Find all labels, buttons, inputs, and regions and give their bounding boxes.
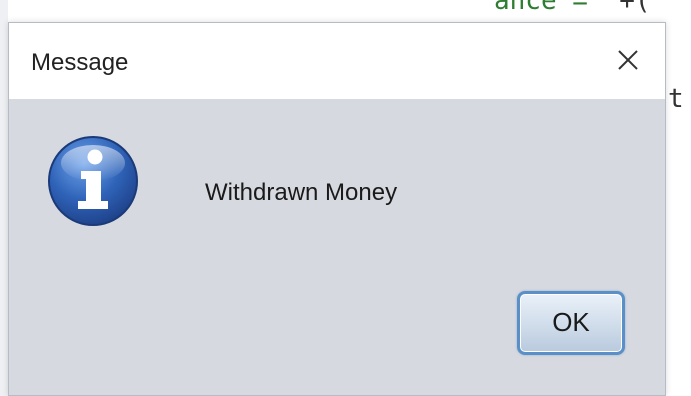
- message-dialog: Message Withdrawn Money OK: [8, 22, 666, 396]
- code-line: ance =' +(: [494, 0, 651, 16]
- dialog-title: Message: [31, 49, 129, 76]
- info-icon: [47, 135, 139, 227]
- code-line: t: [668, 84, 684, 114]
- dialog-message: Withdrawn Money: [205, 179, 398, 206]
- code-token-dark: ' +(: [587, 0, 651, 16]
- screen: ance =' +( t Message Withdrawn Money OK: [0, 0, 691, 396]
- close-icon: [618, 50, 638, 70]
- ok-button[interactable]: OK: [517, 291, 625, 355]
- editor-gutter: [0, 0, 8, 396]
- code-token-green: ance =: [494, 0, 588, 16]
- close-button[interactable]: [611, 43, 645, 77]
- dialog-titlebar[interactable]: Message: [9, 23, 665, 99]
